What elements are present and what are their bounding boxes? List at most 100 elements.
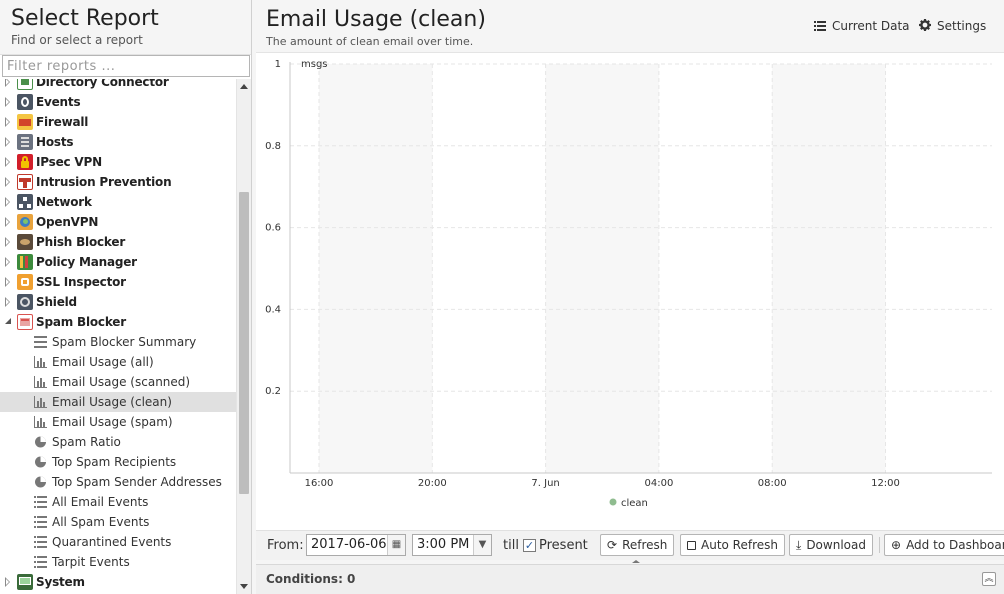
tree-group-phish-blocker[interactable]: Phish Blocker [0,232,236,252]
report-item-quarantined-events[interactable]: Quarantined Events [0,532,236,552]
tree-group-intrusion-prevention[interactable]: Intrusion Prevention [0,172,236,192]
tree-group-label: Directory Connector [36,79,169,89]
from-time-value: 3:00 PM [417,537,470,552]
from-time-select[interactable]: 3:00 PM ▼ [412,534,492,556]
current-data-label: Current Data [832,19,910,33]
tree-group-policy-manager[interactable]: Policy Manager [0,252,236,272]
expand-arrow-icon[interactable] [5,157,10,167]
add-to-dashboard-button[interactable]: ⊕ Add to Dashboard [884,534,1004,556]
current-data-button[interactable]: Current Data [814,19,910,34]
chevron-up-icon[interactable]: ︽ [982,572,996,586]
expand-arrow-icon[interactable] [5,277,10,287]
scroll-up-arrow-icon[interactable] [240,84,248,89]
tree-group-directory-connector[interactable]: Directory Connector [0,79,236,92]
download-label: Download [806,538,866,552]
expand-arrow-icon[interactable] [5,197,10,207]
collapse-arrow-icon[interactable] [5,318,11,324]
phish-blocker-icon [17,234,33,250]
chart-band [319,64,433,473]
expand-arrow-icon[interactable] [5,237,10,247]
tree-group-label: Hosts [36,135,74,149]
expand-arrow-icon[interactable] [5,137,10,147]
tree-group-ssl-inspector[interactable]: SSL Inspector [0,272,236,292]
chart-band [772,64,886,473]
y-tick-label: 0.6 [265,223,281,234]
expand-arrow-icon[interactable] [5,177,10,187]
report-item-email-usage-all[interactable]: Email Usage (all) [0,352,236,372]
list-icon [34,556,47,568]
tree-group-shield[interactable]: Shield [0,292,236,312]
tree-group-label: Spam Blocker [36,315,126,329]
chevron-down-icon[interactable]: ▼ [473,535,491,555]
expand-arrow-icon[interactable] [5,257,10,267]
tree-group-hosts[interactable]: Hosts [0,132,236,152]
y-tick-label: 0.2 [265,386,281,397]
from-date-value: 2017-06-06 [311,537,387,552]
scroll-down-arrow-icon[interactable] [240,584,248,589]
tree-group-label: Policy Manager [36,255,137,269]
report-item-tarpit-events[interactable]: Tarpit Events [0,552,236,572]
text-lines-icon [34,336,47,348]
report-selector-title: Select Report [11,6,159,31]
bar-chart-icon [34,396,47,408]
y-tick-label: 0.8 [265,141,281,152]
auto-refresh-button[interactable]: Auto Refresh [680,534,785,556]
filter-reports-input[interactable] [2,55,250,77]
scrollbar-thumb[interactable] [239,192,249,494]
expand-arrow-icon[interactable] [5,79,10,87]
tree-group-label: Phish Blocker [36,235,126,249]
y-tick-label: 1 [275,59,281,70]
report-item-spam-ratio[interactable]: Spam Ratio [0,432,236,452]
y-tick-label: 0.4 [265,304,281,315]
report-item-label: Spam Blocker Summary [52,335,197,349]
system-icon [17,574,33,590]
report-item-label: Email Usage (all) [52,355,154,369]
conditions-label: Conditions: 0 [266,572,356,586]
download-button[interactable]: ⤓ Download [789,534,873,556]
ipsec-vpn-icon [17,154,33,170]
present-checkbox[interactable]: ✓ [523,539,536,552]
expand-arrow-icon[interactable] [5,577,10,587]
tree-group-events[interactable]: Events [0,92,236,112]
expand-arrow-icon[interactable] [5,117,10,127]
email-usage-chart: 16:00 20:00 7. Jun 04:00 08:00 12:00 1 0.8 0.6 0.… [256,53,1004,530]
tree-group-network[interactable]: Network [0,192,236,212]
conditions-panel[interactable]: Conditions: 0 ︽ [256,564,1004,594]
from-date-field[interactable]: 2017-06-06 ▦ [306,534,406,556]
report-item-all-email-events[interactable]: All Email Events [0,492,236,512]
ssl-inspector-icon [17,274,33,290]
refresh-button[interactable]: ⟳ Refresh [600,534,675,556]
report-tree: Directory Connector Events Firewall Host… [0,79,236,594]
shield-icon [17,294,33,310]
report-selector-subtitle: Find or select a report [11,33,143,47]
expand-arrow-icon[interactable] [5,297,10,307]
x-tick-label: 04:00 [644,478,673,489]
report-item-label: Email Usage (scanned) [52,375,191,389]
toolbar-separator [879,537,880,553]
tree-group-system[interactable]: System [0,572,236,592]
calendar-icon[interactable]: ▦ [387,535,405,555]
pie-chart-icon [35,456,46,468]
intrusion-prevention-icon [17,174,33,190]
report-tree-scrollbar[interactable] [236,79,251,594]
report-item-email-usage-clean[interactable]: Email Usage (clean) [0,392,236,412]
tree-group-label: Intrusion Prevention [36,175,172,189]
tree-group-firewall[interactable]: Firewall [0,112,236,132]
tree-group-label: SSL Inspector [36,275,126,289]
report-item-email-usage-spam[interactable]: Email Usage (spam) [0,412,236,432]
report-item-spam-blocker-summary[interactable]: Spam Blocker Summary [0,332,236,352]
tree-group-ipsec-vpn[interactable]: IPsec VPN [0,152,236,172]
settings-button[interactable]: Settings [919,19,986,34]
tree-group-spam-blocker[interactable]: Spam Blocker [0,312,236,332]
report-item-all-spam-events[interactable]: All Spam Events [0,512,236,532]
bar-chart-icon [34,376,47,388]
report-item-label: Email Usage (clean) [52,395,172,409]
expand-arrow-icon[interactable] [5,217,10,227]
report-item-label: All Spam Events [52,515,150,529]
report-item-top-spam-sender-addresses[interactable]: Top Spam Sender Addresses [0,472,236,492]
report-item-email-usage-scanned[interactable]: Email Usage (scanned) [0,372,236,392]
expand-arrow-icon[interactable] [5,97,10,107]
tree-group-openvpn[interactable]: OpenVPN [0,212,236,232]
firewall-icon [17,114,33,130]
report-item-top-spam-recipients[interactable]: Top Spam Recipients [0,452,236,472]
